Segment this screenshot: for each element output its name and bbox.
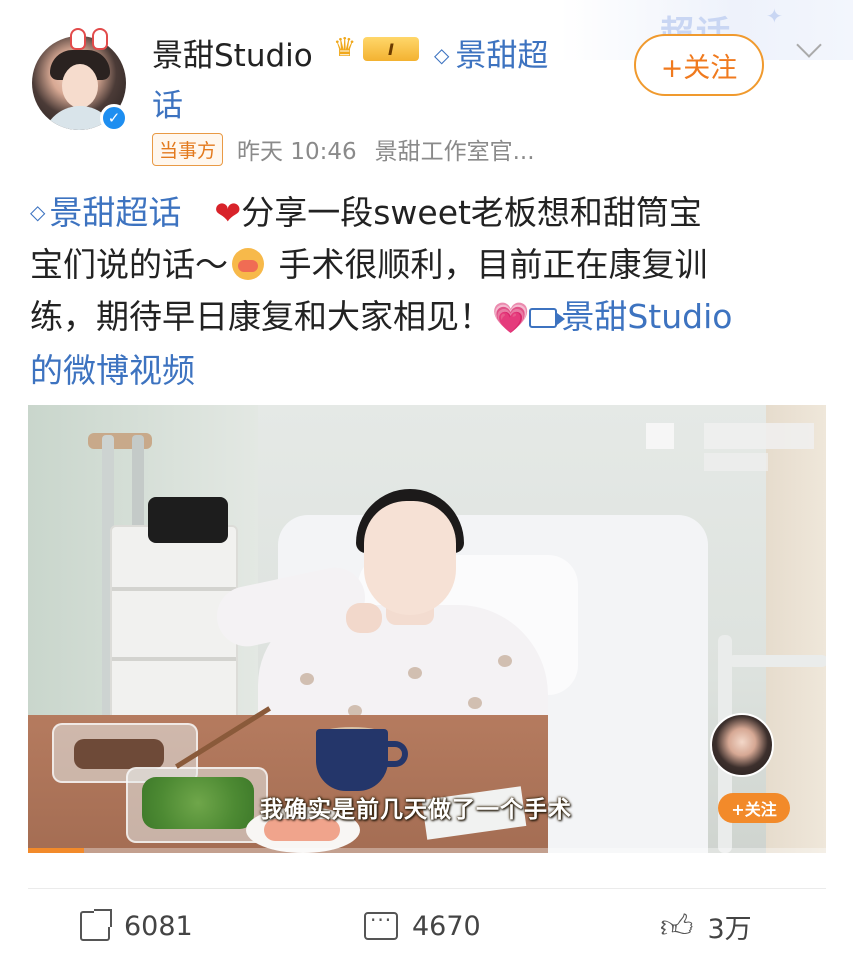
level-badge: I — [363, 37, 419, 61]
crown-icon: ♛ — [333, 33, 357, 63]
party-badge: 当事方 — [152, 132, 224, 166]
post-meta: 当事方 昨天 10:46 景甜工作室官... — [152, 132, 535, 166]
post-line-2: 宝们说的话～ — [30, 245, 228, 284]
sparkle-icon: ✦ — [766, 4, 783, 28]
avatar-ears-decoration-icon — [66, 26, 114, 54]
share-button[interactable]: 6081 — [80, 906, 193, 946]
hug-emoji-icon — [232, 248, 264, 280]
chevron-down-icon[interactable] — [796, 36, 822, 62]
user-avatar[interactable]: ✓ — [28, 26, 128, 132]
video-follow-button[interactable]: +关注 — [718, 793, 790, 823]
diamond-topic-icon: ◇ — [434, 43, 450, 67]
footer-divider — [28, 888, 826, 889]
thumbs-up-icon: 👍︎ — [660, 906, 694, 945]
post-line-3: 练，期待早日康复和大家相见！ — [30, 297, 492, 336]
video-author-avatar[interactable] — [710, 713, 774, 777]
topic-tag-link[interactable]: ◇ 景甜超话 — [30, 193, 181, 232]
post-time: 昨天 10:46 — [237, 139, 357, 165]
like-button[interactable]: 👍︎ 3万 — [660, 906, 752, 946]
comment-button[interactable]: 4670 — [364, 906, 481, 946]
username[interactable]: 景甜Studio — [152, 30, 313, 75]
comment-count: 4670 — [412, 910, 481, 942]
comment-icon — [364, 908, 398, 940]
post-line-1: 分享一段sweet老板想和甜筒宝 — [241, 193, 702, 232]
video-icon — [529, 308, 566, 328]
video-subtitle: 我确实是前几天做了一个手术 — [260, 797, 572, 823]
blurred-watermark — [704, 423, 814, 449]
blurred-watermark — [704, 453, 768, 471]
post-text: ◇ 景甜超话 ❤分享一段sweet老板想和甜筒宝 宝们说的话～ 手术很顺利，目前正… — [30, 186, 830, 397]
topic-link[interactable]: ◇ 景甜超 — [434, 30, 548, 75]
follow-button[interactable]: +关注 — [634, 34, 764, 96]
video-progress-fill — [28, 848, 84, 853]
blurred-watermark — [646, 423, 674, 449]
like-count: 3万 — [707, 913, 752, 945]
topic-link-continued[interactable]: 话 — [152, 80, 183, 125]
verified-check-icon: ✓ — [100, 104, 128, 132]
video-progress-track[interactable] — [28, 848, 826, 853]
share-count: 6081 — [124, 910, 193, 942]
pink-heart-emoji-icon: 💗 — [492, 301, 530, 336]
video-player[interactable]: 我确实是前几天做了一个手术 +关注 — [28, 405, 826, 853]
video-link[interactable]: 景甜Studio — [529, 297, 732, 336]
topic-link-label: 景甜超 — [455, 38, 549, 74]
heart-emoji-icon: ❤ — [214, 194, 242, 232]
post-line-2-after: 手术很顺利，目前正在康复训 — [268, 245, 708, 284]
share-icon — [80, 909, 112, 941]
video-link-continued[interactable]: 的微博视频 — [30, 351, 195, 390]
post-source[interactable]: 景甜工作室官... — [375, 132, 535, 166]
member-badge[interactable]: ♛ I — [333, 33, 421, 65]
diamond-topic-icon: ◇ — [30, 200, 46, 224]
